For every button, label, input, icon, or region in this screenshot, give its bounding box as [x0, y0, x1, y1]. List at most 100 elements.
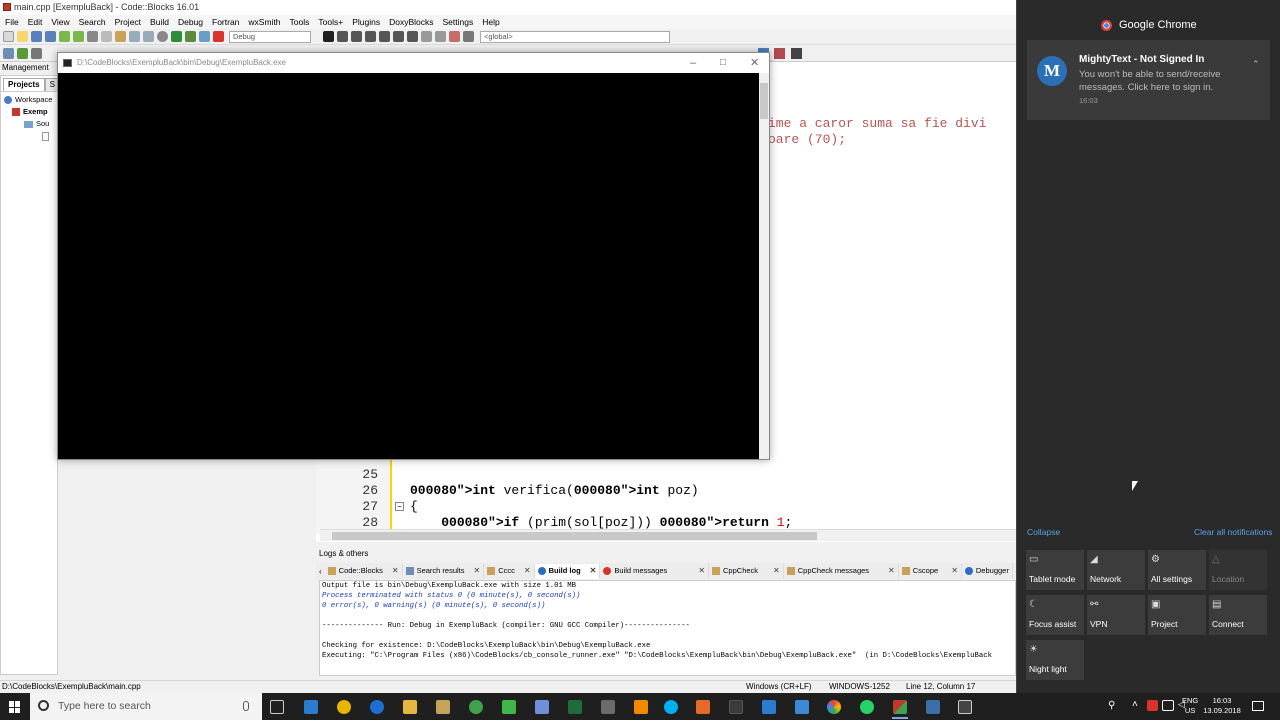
menu-tools-plus[interactable]: Tools+	[318, 17, 343, 27]
clear-all-notifications-link[interactable]: Clear all notifications	[1194, 527, 1272, 537]
run-icon[interactable]	[171, 31, 182, 42]
copy-icon[interactable]	[101, 31, 112, 42]
close-tab-icon[interactable]: ✕	[698, 564, 705, 578]
tree-sources[interactable]: Sou	[4, 118, 57, 130]
tab-cccc[interactable]: Cccc ✕	[484, 563, 535, 579]
cut-icon[interactable]	[87, 31, 98, 42]
whatsapp-icon[interactable]	[860, 700, 874, 714]
debug-windows-icon[interactable]	[449, 31, 460, 42]
tab-search-results[interactable]: Search results ✕	[403, 563, 485, 579]
tab-build-messages[interactable]: Build messages ✕	[600, 563, 710, 579]
taskbar-search-box[interactable]: Type here to search	[30, 693, 262, 720]
next-instruction-icon[interactable]	[393, 31, 404, 42]
menu-fortran[interactable]: Fortran	[212, 17, 239, 27]
quick-action-all-settings[interactable]: ⚙ All settings	[1148, 550, 1206, 590]
quick-action-focus-assist[interactable]: ☾ Focus assist	[1026, 595, 1084, 635]
tree-workspace[interactable]: Workspace	[4, 94, 57, 106]
calculator-icon[interactable]	[601, 700, 615, 714]
tree-project[interactable]: Exemp	[4, 106, 57, 118]
redo-icon[interactable]	[73, 31, 84, 42]
stop-debugger-icon[interactable]	[435, 31, 446, 42]
tray-app-icon[interactable]	[1147, 700, 1158, 711]
tab-cscope[interactable]: Cscope ✕	[899, 563, 962, 579]
visual-studio-code-icon[interactable]	[304, 700, 318, 714]
jump-back-icon[interactable]	[3, 47, 14, 59]
menu-view[interactable]: View	[51, 17, 69, 27]
tabs-left-arrow-icon[interactable]: ‹	[316, 567, 325, 576]
maximize-icon[interactable]: □	[720, 53, 726, 73]
tab-debugger[interactable]: Debugger	[962, 563, 1013, 579]
picasa-icon[interactable]	[827, 700, 841, 714]
menu-file[interactable]: File	[5, 17, 19, 27]
minimize-icon[interactable]: –	[690, 53, 696, 73]
quick-action-network[interactable]: ◢ Network	[1087, 550, 1145, 590]
menu-edit[interactable]: Edit	[28, 17, 43, 27]
replace-icon[interactable]	[143, 31, 154, 42]
console-vertical-scrollbar[interactable]	[759, 73, 769, 459]
notification-card[interactable]: M MightyText - Not Signed In You won't b…	[1027, 40, 1270, 120]
close-tab-icon[interactable]: ✕	[590, 564, 597, 578]
step-into-icon[interactable]	[365, 31, 376, 42]
build-target-select[interactable]: Debug	[229, 30, 311, 43]
menu-help[interactable]: Help	[482, 17, 499, 27]
run-to-cursor-icon[interactable]	[337, 31, 348, 42]
close-tab-icon[interactable]: ✕	[524, 564, 531, 578]
undo-icon[interactable]	[59, 31, 70, 42]
quick-action-night-light[interactable]: ☀ Night light	[1026, 640, 1084, 680]
language-indicator[interactable]: ENG US	[1182, 696, 1198, 716]
close-tab-icon[interactable]: ✕	[888, 564, 895, 578]
skype-icon[interactable]	[664, 700, 678, 714]
menu-debug[interactable]: Debug	[178, 17, 203, 27]
console-output-area[interactable]	[58, 73, 759, 459]
scrollbar-thumb[interactable]	[760, 83, 768, 119]
close-tab-icon[interactable]: ✕	[392, 564, 399, 578]
code-completion-icon[interactable]	[31, 47, 42, 59]
menu-wxsmith[interactable]: wxSmith	[248, 17, 280, 27]
photos-icon[interactable]	[795, 700, 809, 714]
tab-codeblocks[interactable]: Code::Blocks ✕	[325, 563, 403, 579]
steam-icon[interactable]	[729, 700, 743, 714]
break-debugger-icon[interactable]	[421, 31, 432, 42]
open-folder-icon[interactable]	[17, 31, 28, 42]
notepad-icon[interactable]	[535, 700, 549, 714]
step-instruction-icon[interactable]	[407, 31, 418, 42]
save-icon[interactable]	[31, 31, 42, 42]
android-icon[interactable]	[502, 700, 516, 714]
menu-project[interactable]: Project	[115, 17, 141, 27]
debug-info-icon[interactable]	[463, 31, 474, 42]
key-icon[interactable]	[791, 48, 802, 59]
utorrent-icon[interactable]	[469, 700, 483, 714]
codeblocks-taskbar-icon[interactable]	[893, 700, 907, 714]
step-out-icon[interactable]	[379, 31, 390, 42]
tree-file[interactable]	[4, 130, 57, 142]
quick-action-vpn[interactable]: ⚯ VPN	[1087, 595, 1145, 635]
windows-start-icon[interactable]	[9, 701, 21, 713]
chrome-taskbar-icon[interactable]	[337, 700, 351, 714]
build-gear-icon[interactable]	[157, 31, 168, 42]
debug-start-icon[interactable]	[323, 31, 334, 42]
find-icon[interactable]	[129, 31, 140, 42]
menu-settings[interactable]: Settings	[443, 17, 474, 27]
console-title-bar[interactable]: D:\CodeBlocks\ExempluBack\bin\Debug\Exem…	[58, 53, 769, 73]
tab-projects[interactable]: Projects	[3, 78, 45, 91]
task-view-icon[interactable]	[270, 700, 284, 714]
collapse-link[interactable]: Collapse	[1027, 527, 1060, 537]
menu-tools[interactable]: Tools	[290, 17, 310, 27]
close-icon[interactable]: ✕	[750, 53, 759, 73]
close-tab-icon[interactable]: ✕	[773, 564, 780, 578]
file-explorer-icon[interactable]	[403, 700, 417, 714]
tab-cppcheck-messages[interactable]: CppCheck messages ✕	[784, 563, 899, 579]
menu-plugins[interactable]: Plugins	[352, 17, 380, 27]
microphone-icon[interactable]	[243, 701, 249, 711]
wifi-icon[interactable]	[1162, 700, 1174, 711]
close-tab-icon[interactable]: ✕	[951, 564, 958, 578]
close-tab-icon[interactable]: ✕	[474, 564, 481, 578]
menu-search[interactable]: Search	[79, 17, 106, 27]
quick-action-location[interactable]: △ Location	[1209, 550, 1267, 590]
build-run-icon[interactable]	[185, 31, 196, 42]
selected-text-icon[interactable]	[774, 48, 785, 59]
scope-select[interactable]: <global>	[480, 30, 670, 43]
paint-icon[interactable]	[696, 700, 710, 714]
console-taskbar-icon[interactable]	[958, 700, 972, 714]
store-icon[interactable]	[436, 700, 450, 714]
